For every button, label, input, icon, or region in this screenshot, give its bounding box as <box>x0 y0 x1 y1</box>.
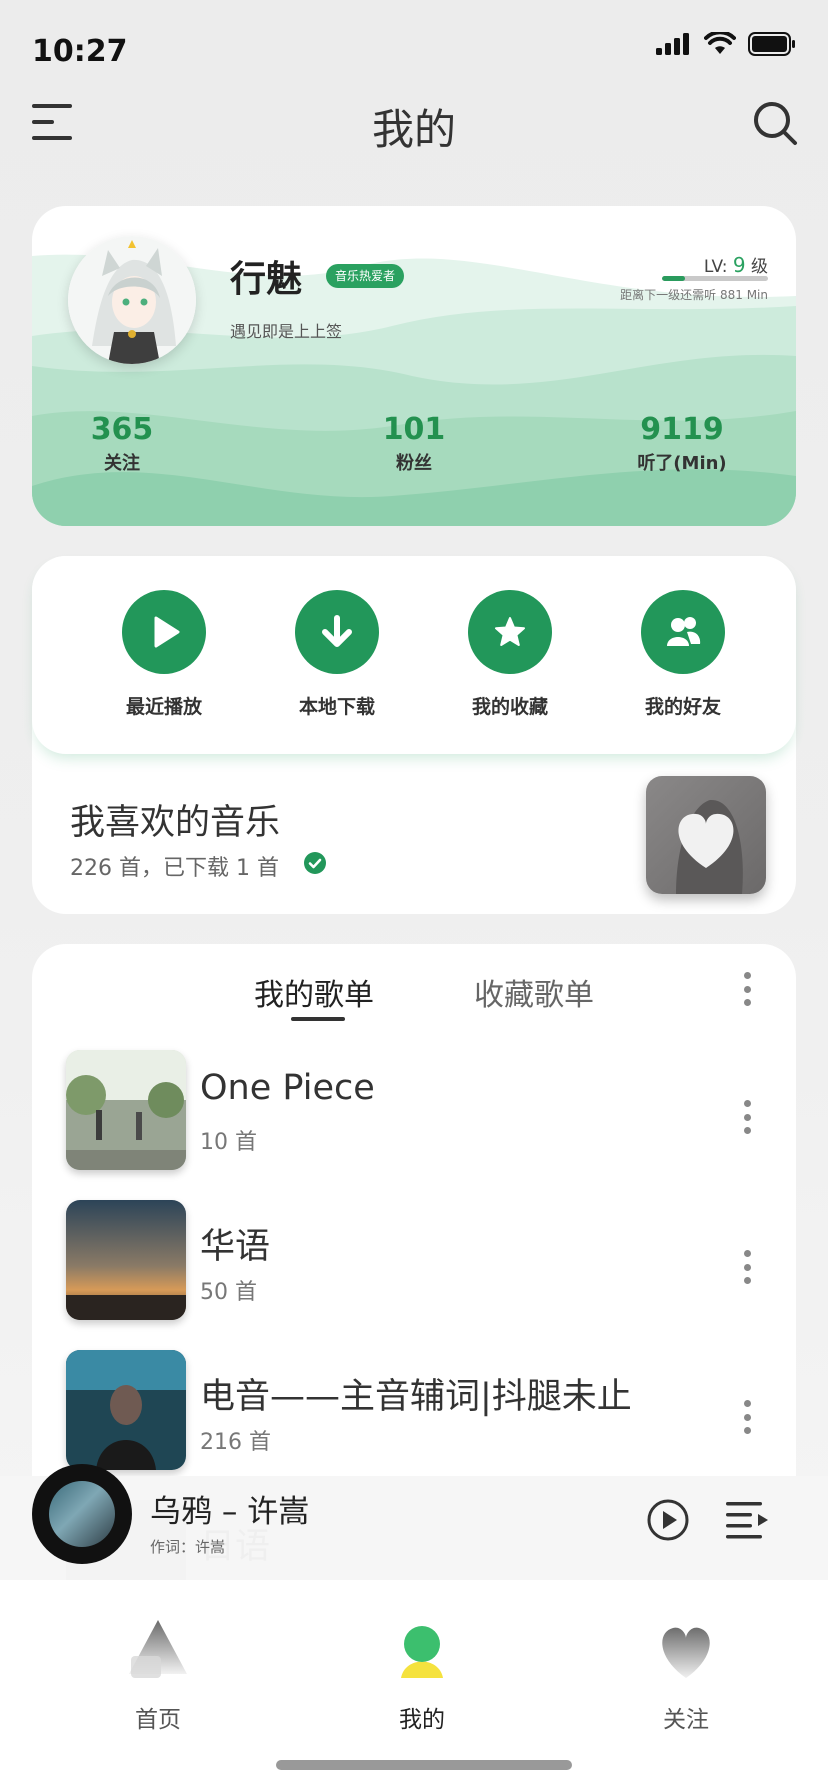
stat-followers[interactable]: 101 粉丝 <box>324 412 504 475</box>
stat-minutes-label: 听了(Min) <box>637 453 727 474</box>
downloaded-check-icon <box>304 852 326 874</box>
stat-following[interactable]: 365 关注 <box>32 412 212 475</box>
nav-home[interactable]: 首页 <box>88 1616 228 1734</box>
action-recent-play[interactable]: 最近播放 <box>94 590 234 719</box>
level-label: LV: 9 级 <box>703 253 768 277</box>
nav-mine-label: 我的 <box>399 1707 445 1733</box>
level-progress-bar <box>662 276 768 281</box>
action-my-friends-label: 我的好友 <box>644 696 721 718</box>
action-my-collection[interactable]: 我的收藏 <box>440 590 580 719</box>
action-my-friends[interactable]: 我的好友 <box>613 590 753 719</box>
profile-icon <box>401 1626 443 1678</box>
playlist-more-icon[interactable] <box>742 1400 752 1434</box>
level-note: 距离下一级还需听 881 Min <box>620 288 768 302</box>
playlist-name[interactable]: 电音——主音辅词|抖腿未止 <box>200 1368 632 1419</box>
playlist-count: 216 首 <box>200 1430 271 1455</box>
active-tab-indicator <box>291 1017 345 1021</box>
home-icon <box>129 1620 187 1678</box>
battery-icon <box>748 32 795 56</box>
user-badge: 音乐热爱者 <box>326 264 405 288</box>
quick-actions-card: 最近播放 本地下载 我的收藏 我的好友 <box>32 556 796 754</box>
nav-follow-label: 关注 <box>663 1707 709 1733</box>
stat-following-label: 关注 <box>104 453 140 474</box>
action-local-download-label: 本地下载 <box>298 696 375 718</box>
playlist-name[interactable]: 华语 <box>200 1218 270 1269</box>
now-playing-title[interactable]: 乌鸦 – 许嵩 <box>150 1486 309 1531</box>
heart-icon <box>662 1627 710 1678</box>
user-bio: 遇见即是上上签 <box>230 322 343 341</box>
username: 行魅 <box>230 259 303 300</box>
page-title: 我的 <box>371 105 456 154</box>
download-icon <box>295 590 379 674</box>
playlist-count: 10 首 <box>200 1130 257 1155</box>
now-playing-subtitle: 作词：许嵩 <box>150 1538 226 1556</box>
stat-followers-value: 101 <box>382 412 446 447</box>
play-pause-icon[interactable] <box>646 1498 690 1542</box>
nav-follow[interactable]: 关注 <box>616 1616 756 1734</box>
stat-followers-label: 粉丝 <box>396 453 432 474</box>
action-recent-play-label: 最近播放 <box>125 696 202 718</box>
status-icons <box>656 32 796 56</box>
stat-following-value: 365 <box>90 412 154 447</box>
search-icon[interactable] <box>752 100 798 146</box>
playlist-more-icon[interactable] <box>742 1250 752 1284</box>
playlist-more-icon[interactable] <box>742 1100 752 1134</box>
signal-icon <box>656 33 689 55</box>
action-my-collection-label: 我的收藏 <box>471 696 548 718</box>
playlist-queue-icon[interactable] <box>726 1500 768 1540</box>
playlist-cover[interactable] <box>66 1200 186 1320</box>
playlists-more-icon[interactable] <box>742 972 752 1006</box>
stat-minutes[interactable]: 9119 听了(Min) <box>592 412 772 475</box>
favorite-music-title[interactable]: 我喜欢的音乐 <box>70 794 280 845</box>
playlist-cover[interactable] <box>66 1350 186 1470</box>
playlist-cover-art <box>66 1050 186 1170</box>
action-local-download[interactable]: 本地下载 <box>267 590 407 719</box>
friends-icon <box>641 590 725 674</box>
nav-mine[interactable]: 我的 <box>352 1616 492 1734</box>
wifi-icon <box>704 32 736 54</box>
favorite-music-subtitle: 226 首，已下载 1 首 <box>70 856 279 881</box>
avatar-illustration <box>68 236 196 364</box>
now-playing-disc[interactable] <box>32 1464 132 1564</box>
playlist-name[interactable]: One Piece <box>200 1068 375 1108</box>
heart-cover-art <box>676 799 743 894</box>
status-time: 10:27 <box>32 34 128 69</box>
profile-card[interactable]: 行魅 音乐热爱者 遇见即是上上签 LV: 9 级 距离下一级还需听 881 Mi… <box>32 206 796 526</box>
stat-minutes-value: 9119 <box>640 412 724 447</box>
tab-my-playlists[interactable]: 我的歌单 <box>254 970 374 1014</box>
nav-home-label: 首页 <box>135 1707 181 1733</box>
playlist-count: 50 首 <box>200 1280 257 1305</box>
favorite-music-cover[interactable] <box>646 776 766 894</box>
home-indicator <box>276 1760 572 1770</box>
playlist-cover-art <box>66 1200 186 1320</box>
play-icon <box>122 590 206 674</box>
level-progress-fill <box>662 276 686 281</box>
star-icon <box>468 590 552 674</box>
playlist-cover-art <box>66 1350 186 1470</box>
tab-collected-playlists[interactable]: 收藏歌单 <box>474 970 594 1014</box>
playlist-cover[interactable] <box>66 1050 186 1170</box>
now-playing-cover <box>49 1481 115 1547</box>
avatar[interactable] <box>68 236 196 364</box>
